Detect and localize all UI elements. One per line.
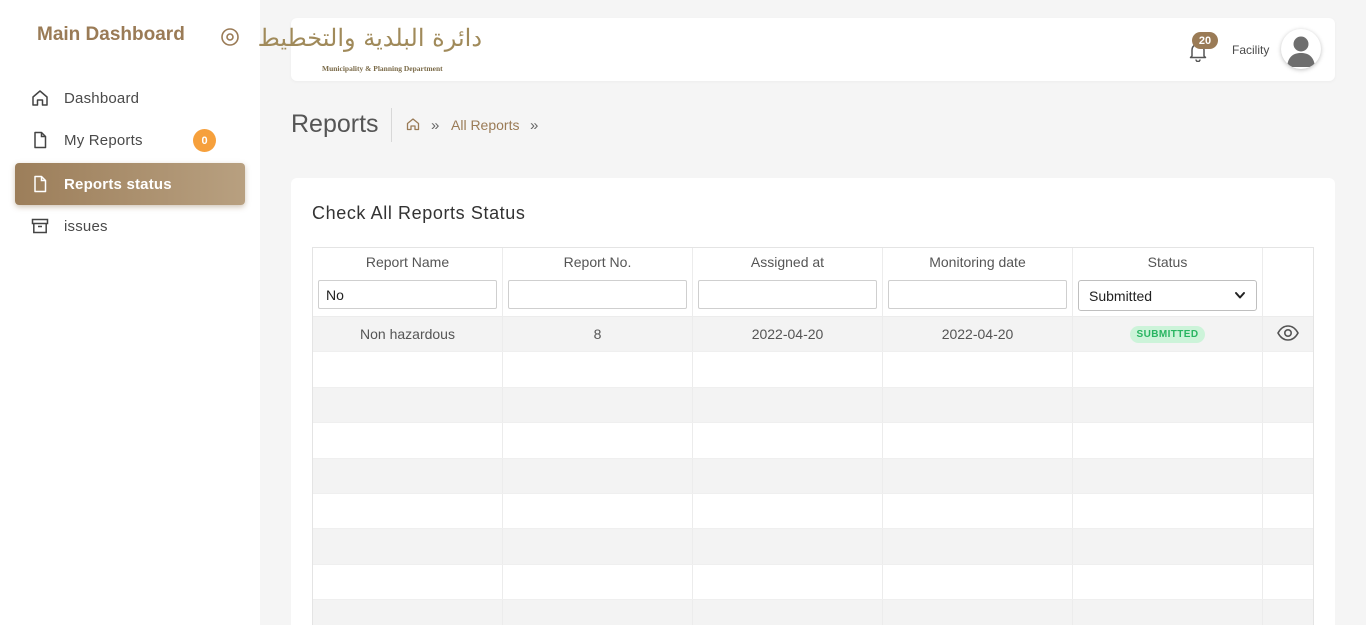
table-row-empty xyxy=(313,600,1313,625)
chevron-down-icon xyxy=(1234,288,1246,304)
column-header-label[interactable]: Assigned at xyxy=(693,254,882,270)
table-row-empty xyxy=(313,423,1313,459)
breadcrumb-all-reports-link[interactable]: All Reports xyxy=(451,117,519,133)
logo-english-text: Municipality & Planning Department xyxy=(322,64,443,73)
table-row-empty xyxy=(313,493,1313,530)
assigned-at-filter-input[interactable] xyxy=(698,280,877,309)
avatar[interactable] xyxy=(1281,29,1321,69)
column-actions xyxy=(1263,248,1313,316)
cell-status: SUBMITTED xyxy=(1073,317,1263,352)
page-title: Reports xyxy=(291,110,379,138)
column-monitoring-date: Monitoring date xyxy=(883,248,1073,316)
status-badge: SUBMITTED xyxy=(1129,325,1206,343)
table-row-empty xyxy=(313,387,1313,424)
home-icon xyxy=(30,88,50,108)
reports-table: Report Name Report No. Assigned at Monit… xyxy=(312,247,1314,625)
card-title: Check All Reports Status xyxy=(312,203,526,223)
title-divider xyxy=(391,108,392,142)
table-row-empty xyxy=(313,564,1313,601)
column-status: Status Submitted xyxy=(1073,248,1263,316)
cell-report-no: 8 xyxy=(503,317,693,352)
report-name-filter-input[interactable] xyxy=(318,280,497,309)
breadcrumb-separator: » xyxy=(530,117,539,134)
cell-monitoring-date: 2022-04-20 xyxy=(883,317,1073,352)
status-filter-value: Submitted xyxy=(1089,287,1153,304)
table-row-empty xyxy=(313,529,1313,565)
sidebar-item-my-reports[interactable]: My Reports 0 xyxy=(15,119,245,161)
sidebar-item-label: Reports status xyxy=(64,175,172,193)
topbar: دائرة البلدية والتخطيط Municipality & Pl… xyxy=(257,18,1335,81)
status-filter-select[interactable]: Submitted xyxy=(1078,280,1257,311)
file-icon xyxy=(30,174,50,194)
archive-icon xyxy=(30,216,50,236)
breadcrumb-home-icon[interactable] xyxy=(405,116,421,132)
notification-count-badge: 20 xyxy=(1192,32,1218,49)
column-header-label[interactable]: Report Name xyxy=(313,254,502,270)
logo-arabic-text: دائرة البلدية والتخطيط xyxy=(257,24,482,52)
report-no-filter-input[interactable] xyxy=(508,280,687,309)
file-icon xyxy=(30,130,50,150)
reports-status-card: Check All Reports Status Report Name Rep… xyxy=(291,178,1335,625)
table-row-empty xyxy=(313,458,1313,494)
sidebar: Main Dashboard Dashboard My Reports 0 Re… xyxy=(0,0,260,625)
brand-title: Main Dashboard xyxy=(37,24,185,45)
cell-assigned-at: 2022-04-20 xyxy=(693,317,883,352)
table-header-row: Report Name Report No. Assigned at Monit… xyxy=(313,248,1313,317)
column-header-label[interactable]: Monitoring date xyxy=(883,254,1072,270)
municipality-logo[interactable]: دائرة البلدية والتخطيط Municipality & Pl… xyxy=(257,24,487,76)
sidebar-item-label: My Reports xyxy=(64,131,143,149)
sidebar-item-dashboard[interactable]: Dashboard xyxy=(15,77,245,119)
column-report-name: Report Name xyxy=(313,248,503,316)
my-reports-count-badge: 0 xyxy=(193,129,216,152)
cell-report-name: Non hazardous xyxy=(313,317,503,352)
sidebar-item-reports-status[interactable]: Reports status xyxy=(15,163,245,205)
sidebar-toggle-icon[interactable] xyxy=(220,27,240,47)
sidebar-item-label: Dashboard xyxy=(64,89,140,107)
column-header-label[interactable]: Report No. xyxy=(503,254,692,270)
breadcrumb-separator: » xyxy=(431,117,440,134)
sidebar-item-issues[interactable]: issues xyxy=(15,205,245,247)
column-report-no: Report No. xyxy=(503,248,693,316)
eye-icon[interactable] xyxy=(1276,321,1300,348)
column-header-label[interactable]: Status xyxy=(1073,254,1262,270)
sidebar-item-label: issues xyxy=(64,217,108,235)
monitoring-date-filter-input[interactable] xyxy=(888,280,1067,309)
table-row[interactable]: Non hazardous 8 2022-04-20 2022-04-20 SU… xyxy=(313,317,1313,353)
cell-actions xyxy=(1263,317,1313,351)
table-row-empty xyxy=(313,352,1313,388)
user-role-label: Facility xyxy=(1232,43,1270,57)
column-assigned-at: Assigned at xyxy=(693,248,883,316)
